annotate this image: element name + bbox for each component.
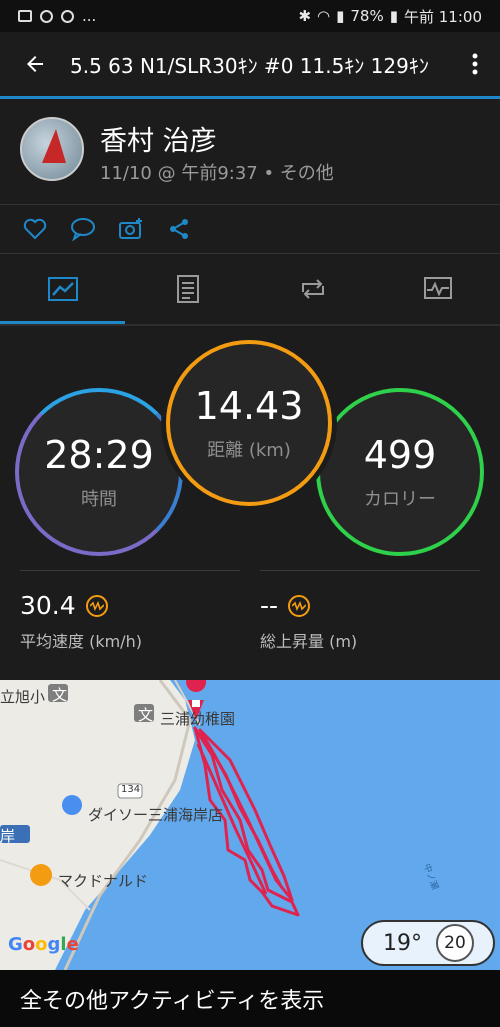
activity-subtitle: 11/10 @ 午前9:37 • その他	[100, 163, 334, 184]
weather-temperature: 19°	[383, 930, 422, 956]
heart-icon[interactable]	[22, 216, 48, 242]
details-tab-icon	[176, 275, 199, 303]
camera-add-icon[interactable]	[118, 216, 144, 242]
show-all-activities-link[interactable]: 全その他アクティビティを表示	[0, 970, 500, 1027]
chart-tab-icon	[423, 277, 452, 299]
google-logo: Google	[8, 934, 79, 955]
social-actions	[0, 205, 500, 253]
laps-tab-icon	[301, 279, 324, 299]
calories-label: カロリー	[364, 489, 436, 510]
profile-header: 香村 治彦 11/10 @ 午前9:37 • その他	[0, 99, 500, 204]
map-label-route: 134	[121, 784, 141, 795]
map-label-kindergarten: 三浦幼稚園	[160, 710, 236, 728]
avg-speed-value: 30.4	[20, 591, 76, 620]
tab-overview[interactable]	[0, 254, 125, 324]
calories-value: 499	[363, 433, 437, 477]
activity-map[interactable]: 立旭小 文 文 三浦幼稚園 134 ダイソー三浦海岸店 岸 マクドナルド 中ノ瀬…	[0, 680, 500, 970]
tab-chart[interactable]	[375, 254, 500, 324]
wifi-icon: ◠	[317, 7, 331, 25]
time-value: 28:29	[44, 433, 154, 477]
back-arrow-icon[interactable]	[0, 52, 70, 76]
clock: 午前 11:00	[404, 7, 482, 26]
ascent-metric: -- 総上昇量 (m)	[260, 570, 480, 652]
pulse-icon	[85, 594, 108, 617]
user-name: 香村 治彦	[100, 126, 217, 157]
time-label: 時間	[81, 489, 117, 510]
distance-value: 14.43	[194, 384, 304, 428]
time-ring[interactable]: 28:29 時間	[15, 388, 183, 556]
sync-icon	[61, 9, 74, 23]
distance-ring[interactable]: 14.43 距離 (km)	[166, 340, 332, 506]
activity-tabs	[0, 254, 500, 324]
more-menu-icon[interactable]	[450, 53, 500, 75]
gallery-icon	[18, 10, 32, 22]
battery-percent: 78%	[350, 7, 384, 25]
distance-label: 距離 (km)	[207, 440, 291, 461]
activity-title: 5.5 63 N1/SLR30ｷﾝ #0 11.5ｷﾝ 129ｷﾝ	[70, 53, 429, 78]
avg-speed-metric: 30.4 平均速度 (km/h)	[20, 570, 240, 652]
wind-speed: 20	[444, 933, 466, 953]
battery-icon: ▮	[389, 7, 398, 25]
ascent-label: 総上昇量 (m)	[260, 632, 358, 651]
pulse-icon	[288, 594, 311, 617]
signal-icon: ▮	[336, 7, 345, 25]
map-label-school-icon: 文	[138, 706, 154, 724]
sync-icon	[40, 9, 53, 23]
status-bar: ... ✱ ◠ ▮ 78% ▮ 午前 11:00	[0, 0, 500, 32]
wind-icon: 20	[436, 924, 474, 962]
weather-badge[interactable]: 19° 20	[361, 920, 495, 966]
ascent-value: --	[260, 591, 279, 620]
map-label-school-icon: 文	[52, 686, 68, 704]
avatar[interactable]	[20, 117, 84, 181]
overview-tab-icon	[47, 277, 78, 301]
map-label-town: 立旭小	[0, 688, 46, 706]
map-label-daiso: ダイソー三浦海岸店	[88, 806, 224, 824]
avg-speed-label: 平均速度 (km/h)	[20, 632, 142, 651]
calories-ring[interactable]: 499 カロリー	[316, 388, 484, 556]
comment-icon[interactable]	[70, 216, 96, 242]
app-bar: 5.5 63 N1/SLR30ｷﾝ #0 11.5ｷﾝ 129ｷﾝ	[0, 32, 500, 96]
tab-details[interactable]	[125, 254, 250, 324]
stats-panel: 28:29 時間 499 カロリー 14.43 距離 (km) 30.4 平均速…	[0, 326, 500, 680]
share-icon[interactable]	[166, 216, 192, 242]
tab-laps[interactable]	[250, 254, 375, 324]
more-dots: ...	[82, 7, 97, 25]
map-label-mcdonalds: マクドナルド	[58, 872, 149, 890]
bluetooth-icon: ✱	[298, 7, 312, 25]
map-label-station: 岸	[0, 827, 16, 845]
